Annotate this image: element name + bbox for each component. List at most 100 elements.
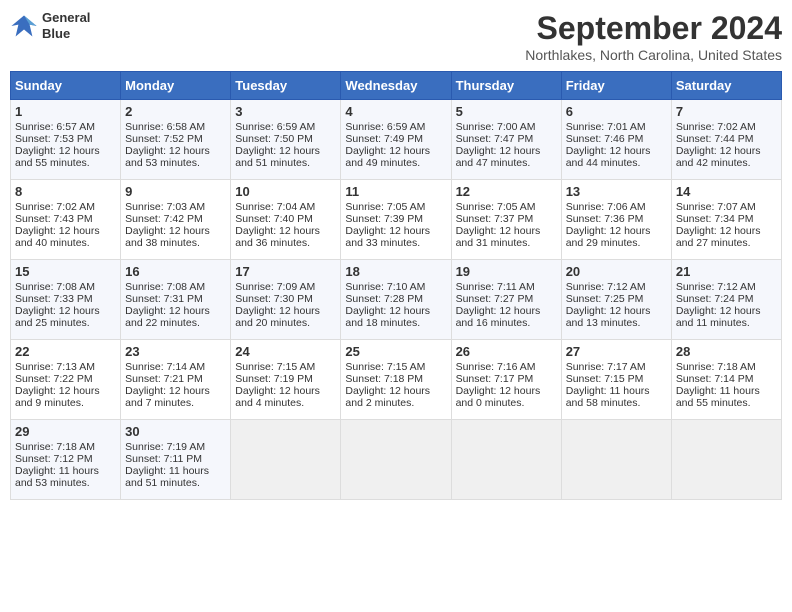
- day-number: 24: [235, 344, 336, 359]
- logo-line2: Blue: [42, 26, 90, 42]
- day-info-line: Sunrise: 7:04 AM: [235, 201, 336, 213]
- day-info-line: Sunset: 7:12 PM: [15, 453, 116, 465]
- day-info-line: Sunrise: 7:15 AM: [345, 361, 446, 373]
- day-info-line: Sunset: 7:31 PM: [125, 293, 226, 305]
- day-info-line: Sunrise: 7:13 AM: [15, 361, 116, 373]
- day-number: 3: [235, 104, 336, 119]
- day-info-line: Daylight: 11 hours: [15, 465, 116, 477]
- day-number: 19: [456, 264, 557, 279]
- day-cell: 19Sunrise: 7:11 AMSunset: 7:27 PMDayligh…: [451, 260, 561, 340]
- day-info-line: Sunrise: 7:08 AM: [125, 281, 226, 293]
- day-info-line: Sunset: 7:37 PM: [456, 213, 557, 225]
- calendar-table: SundayMondayTuesdayWednesdayThursdayFrid…: [10, 71, 782, 500]
- day-info-line: Daylight: 12 hours: [676, 305, 777, 317]
- day-info-line: Daylight: 12 hours: [125, 305, 226, 317]
- day-info-line: Sunrise: 7:05 AM: [345, 201, 446, 213]
- day-info-line: Sunset: 7:39 PM: [345, 213, 446, 225]
- day-info-line: Sunrise: 7:15 AM: [235, 361, 336, 373]
- day-info-line: and 31 minutes.: [456, 237, 557, 249]
- day-info-line: and 7 minutes.: [125, 397, 226, 409]
- day-number: 16: [125, 264, 226, 279]
- day-info-line: Sunrise: 7:08 AM: [15, 281, 116, 293]
- day-info-line: and 58 minutes.: [566, 397, 667, 409]
- week-row-3: 15Sunrise: 7:08 AMSunset: 7:33 PMDayligh…: [11, 260, 782, 340]
- day-info-line: Daylight: 12 hours: [125, 145, 226, 157]
- day-info-line: Daylight: 12 hours: [235, 305, 336, 317]
- day-info-line: Daylight: 12 hours: [125, 225, 226, 237]
- location-title: Northlakes, North Carolina, United State…: [525, 47, 782, 63]
- day-info-line: Sunrise: 6:57 AM: [15, 121, 116, 133]
- day-number: 10: [235, 184, 336, 199]
- day-info-line: Sunset: 7:21 PM: [125, 373, 226, 385]
- day-info-line: Daylight: 12 hours: [345, 305, 446, 317]
- day-number: 13: [566, 184, 667, 199]
- day-cell: 30Sunrise: 7:19 AMSunset: 7:11 PMDayligh…: [121, 420, 231, 500]
- logo: General Blue: [10, 10, 90, 41]
- day-info-line: and 11 minutes.: [676, 317, 777, 329]
- day-number: 6: [566, 104, 667, 119]
- day-info-line: and 53 minutes.: [15, 477, 116, 489]
- day-cell: 10Sunrise: 7:04 AMSunset: 7:40 PMDayligh…: [231, 180, 341, 260]
- day-info-line: and 18 minutes.: [345, 317, 446, 329]
- day-info-line: Sunrise: 7:18 AM: [15, 441, 116, 453]
- day-info-line: Sunrise: 7:14 AM: [125, 361, 226, 373]
- day-cell: 5Sunrise: 7:00 AMSunset: 7:47 PMDaylight…: [451, 100, 561, 180]
- day-info-line: Daylight: 12 hours: [235, 385, 336, 397]
- calendar-header: SundayMondayTuesdayWednesdayThursdayFrid…: [11, 72, 782, 100]
- day-cell: 21Sunrise: 7:12 AMSunset: 7:24 PMDayligh…: [671, 260, 781, 340]
- day-info-line: and 16 minutes.: [456, 317, 557, 329]
- day-number: 15: [15, 264, 116, 279]
- day-cell: 20Sunrise: 7:12 AMSunset: 7:25 PMDayligh…: [561, 260, 671, 340]
- day-info-line: Daylight: 12 hours: [566, 305, 667, 317]
- day-number: 14: [676, 184, 777, 199]
- day-info-line: Daylight: 12 hours: [345, 385, 446, 397]
- week-row-2: 8Sunrise: 7:02 AMSunset: 7:43 PMDaylight…: [11, 180, 782, 260]
- day-cell: 9Sunrise: 7:03 AMSunset: 7:42 PMDaylight…: [121, 180, 231, 260]
- day-cell: 7Sunrise: 7:02 AMSunset: 7:44 PMDaylight…: [671, 100, 781, 180]
- day-number: 29: [15, 424, 116, 439]
- day-info-line: Sunrise: 7:00 AM: [456, 121, 557, 133]
- day-cell: [451, 420, 561, 500]
- day-number: 28: [676, 344, 777, 359]
- day-info-line: Daylight: 12 hours: [676, 145, 777, 157]
- day-cell: 29 Sunrise: 7:18 AMSunset: 7:12 PMDayligh…: [11, 420, 121, 500]
- day-cell: 28 Sunrise: 7:18 AMSunset: 7:14 PMDayligh…: [671, 340, 781, 420]
- day-info-line: Daylight: 12 hours: [15, 145, 116, 157]
- day-info-line: Sunrise: 7:02 AM: [676, 121, 777, 133]
- day-info-line: Sunrise: 7:18 AM: [676, 361, 777, 373]
- day-info-line: and 55 minutes.: [15, 157, 116, 169]
- header-cell-tuesday: Tuesday: [231, 72, 341, 100]
- day-cell: 27Sunrise: 7:17 AMSunset: 7:15 PMDayligh…: [561, 340, 671, 420]
- day-info-line: Daylight: 12 hours: [235, 145, 336, 157]
- logo-line1: General: [42, 10, 90, 26]
- day-info-line: Sunrise: 7:02 AM: [15, 201, 116, 213]
- day-info-line: Sunrise: 6:59 AM: [345, 121, 446, 133]
- day-number: 21: [676, 264, 777, 279]
- day-number: 26: [456, 344, 557, 359]
- day-cell: 2Sunrise: 6:58 AMSunset: 7:52 PMDaylight…: [121, 100, 231, 180]
- day-info-line: Sunset: 7:44 PM: [676, 133, 777, 145]
- day-info-line: Sunset: 7:36 PM: [566, 213, 667, 225]
- day-info-line: Sunset: 7:14 PM: [676, 373, 777, 385]
- day-cell: 22Sunrise: 7:13 AMSunset: 7:22 PMDayligh…: [11, 340, 121, 420]
- day-info-line: Sunset: 7:33 PM: [15, 293, 116, 305]
- day-info-line: Sunset: 7:43 PM: [15, 213, 116, 225]
- logo-text: General Blue: [42, 10, 90, 41]
- day-info-line: Sunset: 7:27 PM: [456, 293, 557, 305]
- day-number: 18: [345, 264, 446, 279]
- day-number: 30: [125, 424, 226, 439]
- day-cell: 13Sunrise: 7:06 AMSunset: 7:36 PMDayligh…: [561, 180, 671, 260]
- day-info-line: Sunrise: 7:12 AM: [566, 281, 667, 293]
- day-info-line: Daylight: 11 hours: [676, 385, 777, 397]
- day-info-line: and 44 minutes.: [566, 157, 667, 169]
- day-info-line: Sunset: 7:19 PM: [235, 373, 336, 385]
- day-info-line: Sunset: 7:47 PM: [456, 133, 557, 145]
- day-info-line: Sunset: 7:18 PM: [345, 373, 446, 385]
- day-info-line: Sunrise: 7:19 AM: [125, 441, 226, 453]
- day-info-line: Daylight: 12 hours: [345, 225, 446, 237]
- day-info-line: Sunset: 7:42 PM: [125, 213, 226, 225]
- day-info-line: and 27 minutes.: [676, 237, 777, 249]
- day-info-line: Daylight: 12 hours: [676, 225, 777, 237]
- day-info-line: and 13 minutes.: [566, 317, 667, 329]
- day-info-line: and 22 minutes.: [125, 317, 226, 329]
